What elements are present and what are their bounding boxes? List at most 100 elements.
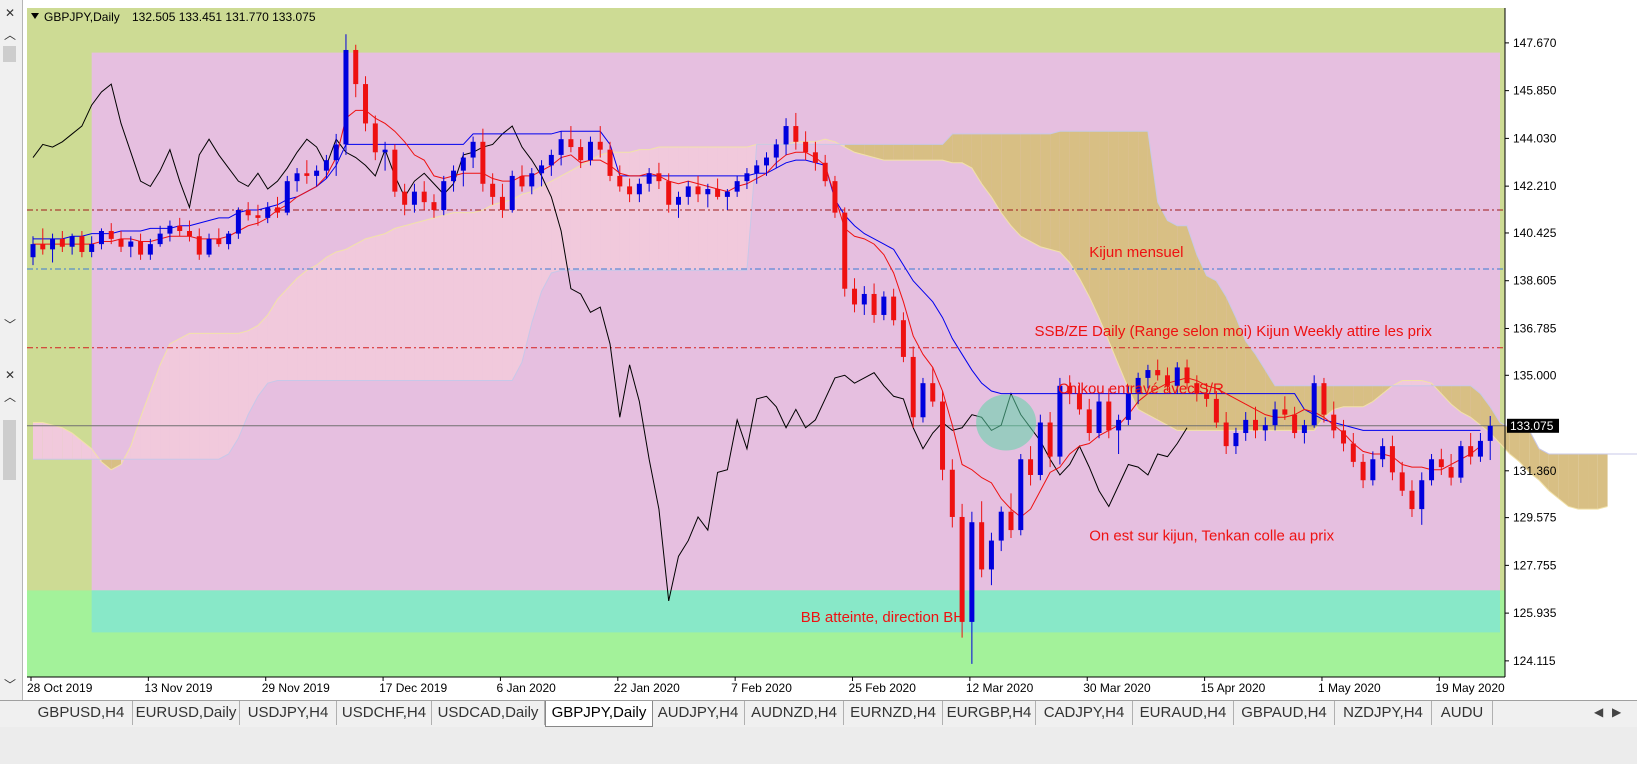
candle-body <box>89 244 95 252</box>
cloud-segment <box>737 147 747 271</box>
chevron-right-icon[interactable]: ▶ <box>1612 705 1621 719</box>
candle-body <box>852 288 858 305</box>
candle-body <box>871 293 877 315</box>
candle <box>363 76 369 132</box>
y-tick-label: 147.670 <box>1513 36 1557 50</box>
tab-audnzd-h4[interactable]: AUDNZD,H4 <box>745 701 844 725</box>
y-tick-label: 140.425 <box>1513 226 1557 240</box>
candle <box>509 170 515 213</box>
candle-body <box>1047 422 1053 457</box>
symbol-header: GBPJPY,Daily <box>44 10 120 24</box>
candle-body <box>451 170 457 182</box>
tab-eurusd-daily[interactable]: EURUSD,Daily <box>133 701 240 725</box>
candle-body <box>353 49 359 85</box>
candle-body <box>803 141 809 153</box>
x-tick-label: 19 May 2020 <box>1435 681 1505 695</box>
candle-body <box>411 191 417 205</box>
tab-gbpusd-h4[interactable]: GBPUSD,H4 <box>30 701 133 725</box>
tab-audjpy-h4[interactable]: AUDJPY,H4 <box>652 701 745 725</box>
candle-body <box>1321 383 1327 415</box>
candle-body <box>1409 490 1415 510</box>
cloud-segment <box>287 278 298 381</box>
candle-body <box>607 149 613 176</box>
tab-usdchf-h4[interactable]: USDCHF,H4 <box>337 701 432 725</box>
cloud-segment <box>903 144 914 161</box>
candle-body <box>1282 409 1288 415</box>
tab-eurnzd-h4[interactable]: EURNZD,H4 <box>844 701 943 725</box>
candle-body <box>861 293 867 305</box>
cloud-segment <box>1333 385 1344 410</box>
candle-body <box>245 210 251 216</box>
tab-gbpaud-h4[interactable]: GBPAUD,H4 <box>1234 701 1335 725</box>
x-tick-label: 7 Feb 2020 <box>731 681 792 695</box>
candle-body <box>1106 401 1112 431</box>
y-tick-label: 127.755 <box>1513 558 1557 572</box>
cloud-segment <box>1099 131 1109 342</box>
annotation-text: On est sur kijun, Tenkan colle au prix <box>1089 528 1334 545</box>
cloud-segment <box>33 422 43 460</box>
candle-body <box>949 469 955 517</box>
cloud-segment <box>707 147 718 271</box>
tab-gbpjpy-daily[interactable]: GBPJPY,Daily <box>545 701 653 727</box>
candle <box>1458 440 1464 483</box>
candle-body <box>1429 459 1435 481</box>
cloud-segment <box>297 270 307 381</box>
tab-euraud-h4[interactable]: EURAUD,H4 <box>1133 701 1234 725</box>
candle-body <box>548 154 554 166</box>
cloud-segment <box>619 152 630 271</box>
candle-body <box>1399 472 1405 491</box>
candle-body <box>460 157 466 171</box>
candle-body <box>1213 398 1219 423</box>
cloud-segment <box>1245 341 1256 431</box>
candle-body <box>382 149 388 153</box>
candle-body <box>1008 511 1014 531</box>
tab-nzdjpy-h4[interactable]: NZDJPY,H4 <box>1335 701 1432 725</box>
tab-eurgbp-h4[interactable]: EURGBP,H4 <box>943 701 1036 725</box>
annotation-text: BB atteinte, direction BH <box>801 609 964 626</box>
x-tick-label: 30 Mar 2020 <box>1083 681 1151 695</box>
candle-body <box>1272 409 1278 426</box>
tab-usdjpy-h4[interactable]: USDJPY,H4 <box>240 701 337 725</box>
y-tick-label: 129.575 <box>1513 511 1557 525</box>
current-price-label: 133.075 <box>1510 419 1554 433</box>
candle-body <box>363 84 369 124</box>
cloud-segment <box>365 236 376 381</box>
candle-body <box>568 139 574 148</box>
x-tick-label: 6 Jan 2020 <box>496 681 556 695</box>
x-tick-label: 13 Nov 2019 <box>144 681 212 695</box>
candle-body <box>1468 446 1474 457</box>
candle-body <box>1145 370 1151 378</box>
cloud-segment <box>952 133 963 163</box>
cloud-segment <box>199 333 210 460</box>
symbol-tab-bar: GBPUSD,H4 EURUSD,Daily USDJPY,H4 USDCHF,H4 U… <box>0 700 1637 727</box>
candle-body <box>900 320 906 357</box>
annotation-text: Kijun mensuel <box>1089 244 1183 261</box>
candle-body <box>1155 370 1161 376</box>
candle-body <box>235 210 241 234</box>
chevron-left-icon[interactable]: ◀ <box>1594 705 1603 719</box>
cloud-segment <box>492 202 503 381</box>
x-tick-label: 15 Apr 2020 <box>1201 681 1266 695</box>
cloud-segment <box>1578 454 1589 510</box>
candle-body <box>998 511 1004 541</box>
cloud-segment <box>1001 133 1011 226</box>
candle-body <box>226 233 232 245</box>
candle-body <box>441 181 447 211</box>
candle-body <box>1448 467 1454 478</box>
candle-body <box>793 126 799 142</box>
tab-usdcad-daily[interactable]: USDCAD,Daily <box>432 701 545 725</box>
candle-body <box>1253 419 1258 431</box>
candle-body <box>79 236 85 252</box>
cloud-segment <box>698 147 708 271</box>
y-tick-label: 138.605 <box>1513 274 1557 288</box>
candle-body <box>1438 459 1444 468</box>
candle-body <box>69 236 75 247</box>
tab-cadjpy-h4[interactable]: CADJPY,H4 <box>1036 701 1133 725</box>
tab-audu[interactable]: AUDU <box>1432 701 1493 725</box>
cloud-segment <box>678 147 689 271</box>
cloud-segment <box>727 147 738 271</box>
candle-body <box>421 191 427 203</box>
price-chart[interactable]: Kijun mensuel SSB/ZE Daily (Range selon m… <box>0 0 1637 700</box>
candle-body <box>744 173 750 182</box>
candle-body <box>108 231 114 239</box>
